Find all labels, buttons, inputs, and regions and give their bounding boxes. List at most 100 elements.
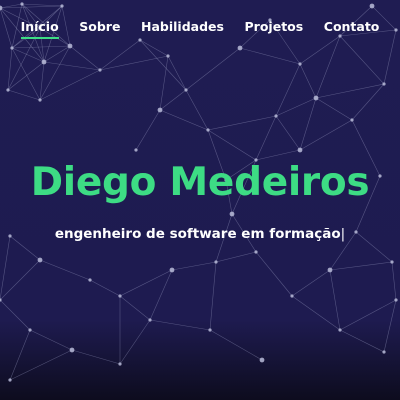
- network-dot: [214, 260, 218, 264]
- network-line: [255, 149, 301, 161]
- network-line: [0, 299, 31, 331]
- network-dot: [229, 211, 235, 217]
- typing-cursor: |: [340, 226, 346, 242]
- network-line: [171, 261, 217, 271]
- hero-subtitle: engenheiro de software em formação|: [0, 226, 400, 242]
- network-line: [299, 35, 341, 65]
- network-line: [119, 295, 151, 321]
- nav-link-inicio[interactable]: Início: [20, 19, 59, 39]
- network-dot: [6, 88, 10, 92]
- network-line: [291, 269, 331, 297]
- network-dot: [290, 294, 294, 298]
- network-line: [291, 295, 341, 331]
- network-line: [209, 261, 217, 331]
- network-dot: [394, 298, 398, 302]
- network-line: [99, 55, 169, 71]
- network-line: [159, 55, 169, 111]
- network-line: [391, 261, 397, 301]
- network-line: [119, 319, 151, 365]
- network-line: [149, 319, 211, 331]
- network-dot: [166, 54, 170, 58]
- network-dot: [259, 357, 265, 363]
- network-line: [159, 89, 187, 111]
- network-line: [43, 45, 71, 63]
- network-line: [209, 329, 263, 361]
- network-line: [185, 47, 241, 91]
- network-dot: [0, 5, 3, 11]
- network-dot: [37, 257, 43, 263]
- network-dot: [169, 267, 175, 273]
- network-dot: [254, 250, 258, 254]
- network-dot: [118, 362, 122, 366]
- network-line: [207, 115, 277, 131]
- network-dot: [28, 328, 32, 332]
- network-dot: [237, 45, 243, 51]
- network-line: [11, 45, 71, 49]
- network-line: [255, 115, 277, 161]
- network-line: [299, 63, 317, 99]
- network-line: [275, 63, 301, 117]
- network-line: [339, 299, 397, 331]
- network-dot: [38, 98, 42, 102]
- hero-section: Início Sobre Habilidades Projetos Contat…: [0, 0, 400, 400]
- network-dot: [98, 68, 102, 72]
- network-line: [9, 349, 73, 381]
- network-dot: [208, 328, 212, 332]
- network-dot: [350, 118, 354, 122]
- network-dot: [20, 2, 24, 6]
- network-line: [21, 3, 63, 7]
- network-line: [135, 109, 161, 151]
- network-line: [7, 61, 45, 91]
- network-line: [29, 329, 73, 351]
- network-dot: [157, 107, 163, 113]
- network-dot: [313, 95, 319, 101]
- network-line: [185, 89, 209, 131]
- network-dot: [298, 62, 302, 66]
- network-line: [315, 97, 353, 121]
- nav-link-projetos[interactable]: Projetos: [245, 19, 304, 34]
- network-line: [71, 349, 121, 365]
- network-line: [9, 329, 31, 381]
- network-dot: [138, 38, 142, 42]
- network-line: [119, 269, 173, 297]
- network-dot: [60, 4, 64, 8]
- network-dot: [8, 378, 12, 382]
- network-dot: [338, 328, 342, 332]
- network-line: [149, 269, 173, 321]
- network-line: [383, 299, 397, 353]
- network-line: [329, 269, 341, 331]
- network-line: [329, 261, 393, 271]
- network-dot: [369, 3, 375, 9]
- network-dot: [67, 43, 73, 49]
- network-line: [139, 39, 187, 91]
- nav-link-sobre[interactable]: Sobre: [79, 19, 120, 34]
- network-line: [139, 39, 169, 57]
- network-line: [0, 235, 11, 301]
- network-line: [215, 251, 257, 263]
- network-line: [315, 35, 341, 99]
- main-navigation: Início Sobre Habilidades Projetos Contat…: [0, 16, 400, 39]
- network-line: [275, 97, 317, 117]
- nav-link-contato[interactable]: Contato: [324, 19, 380, 34]
- network-dot: [118, 294, 122, 298]
- network-dot: [327, 267, 333, 273]
- network-line: [39, 45, 71, 101]
- network-line: [39, 69, 101, 101]
- nav-link-habilidades[interactable]: Habilidades: [141, 19, 224, 34]
- typed-text: engenheiro de software em formação: [54, 226, 341, 242]
- network-line: [99, 39, 141, 71]
- network-line: [207, 129, 257, 161]
- network-dot: [41, 59, 47, 65]
- network-line: [0, 259, 41, 301]
- network-dot: [297, 147, 303, 153]
- network-line: [339, 35, 385, 85]
- network-line: [89, 279, 121, 297]
- network-line: [255, 251, 293, 297]
- network-line: [275, 115, 301, 151]
- network-dot: [148, 318, 152, 322]
- network-line: [339, 329, 385, 353]
- network-dot: [274, 114, 278, 118]
- network-line: [383, 29, 397, 85]
- network-dot: [382, 82, 386, 86]
- network-line: [159, 109, 209, 131]
